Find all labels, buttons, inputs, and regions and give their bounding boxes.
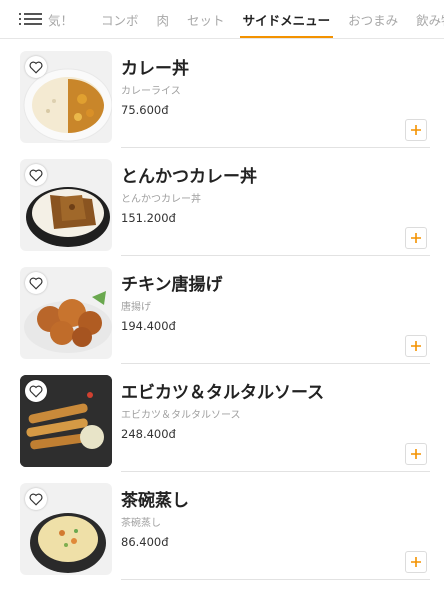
item-name: エビカツ＆タルタルソース	[121, 383, 325, 403]
menu-item-info: エビカツ＆タルタルソース エビカツ＆タルタルソース 248.400đ	[121, 377, 430, 472]
menu-item-info: カレー丼 カレーライス 75.600đ	[121, 53, 430, 148]
tab-drinks[interactable]: 飲み物	[407, 0, 444, 38]
item-subtitle: エビカツ＆タルタルソース	[121, 410, 241, 421]
tab-partial[interactable]: 気！	[42, 0, 82, 38]
item-subtitle: 唐揚げ	[121, 302, 151, 313]
tab-meat[interactable]: 肉	[148, 0, 179, 38]
item-name: とんかつカレー丼	[121, 167, 257, 187]
favorite-heart-icon[interactable]	[25, 56, 47, 78]
add-to-cart-button[interactable]	[405, 443, 427, 465]
curry-rice-photo	[20, 51, 112, 143]
menu-item[interactable]: 茶碗蒸し 茶碗蒸し 86.400đ	[0, 483, 444, 591]
favorite-heart-icon[interactable]	[25, 272, 47, 294]
karaage-photo	[20, 267, 112, 359]
add-to-cart-button[interactable]	[405, 227, 427, 249]
item-price: 194.400đ	[121, 319, 176, 333]
menu-item-list: カレー丼 カレーライス 75.600đ とんかつカレー丼 とんかつカレー丼 15…	[0, 39, 444, 591]
plus-icon	[411, 449, 421, 459]
add-to-cart-button[interactable]	[405, 119, 427, 141]
add-to-cart-button[interactable]	[405, 335, 427, 357]
favorite-heart-icon[interactable]	[25, 488, 47, 510]
tab-combo[interactable]: コンボ	[92, 0, 148, 38]
plus-icon	[411, 233, 421, 243]
fried-shrimp-photo	[20, 375, 112, 467]
add-to-cart-button[interactable]	[405, 551, 427, 573]
plus-icon	[411, 125, 421, 135]
item-name: 茶碗蒸し	[121, 491, 189, 511]
category-menu-button[interactable]: 気！	[0, 0, 92, 38]
item-price: 151.200đ	[121, 211, 176, 225]
item-name: カレー丼	[121, 59, 189, 79]
chawanmushi-photo	[20, 483, 112, 575]
item-price: 248.400đ	[121, 427, 176, 441]
item-subtitle: とんかつカレー丼	[121, 194, 201, 205]
menu-item-info: 茶碗蒸し 茶碗蒸し 86.400đ	[121, 485, 430, 580]
menu-item-info: とんかつカレー丼 とんかつカレー丼 151.200đ	[121, 161, 430, 256]
item-subtitle: 茶碗蒸し	[121, 518, 161, 529]
item-price: 75.600đ	[121, 103, 169, 117]
list-menu-icon	[19, 12, 42, 26]
tab-set[interactable]: セット	[178, 0, 234, 38]
favorite-heart-icon[interactable]	[25, 164, 47, 186]
menu-item[interactable]: カレー丼 カレーライス 75.600đ	[0, 51, 444, 159]
plus-icon	[411, 557, 421, 567]
menu-item[interactable]: エビカツ＆タルタルソース エビカツ＆タルタルソース 248.400đ	[0, 375, 444, 483]
item-subtitle: カレーライス	[121, 86, 181, 97]
plus-icon	[411, 341, 421, 351]
item-price: 86.400đ	[121, 535, 169, 549]
tab-side-menu[interactable]: サイドメニュー	[234, 0, 340, 38]
menu-item-info: チキン唐揚げ 唐揚げ 194.400đ	[121, 269, 430, 364]
menu-item[interactable]: とんかつカレー丼 とんかつカレー丼 151.200đ	[0, 159, 444, 267]
tab-otsumami[interactable]: おつまみ	[339, 0, 407, 38]
category-tab-bar: 気！ コンボ 肉 セット サイドメニュー おつまみ 飲み物	[0, 0, 444, 39]
katsu-curry-photo	[20, 159, 112, 251]
menu-item[interactable]: チキン唐揚げ 唐揚げ 194.400đ	[0, 267, 444, 375]
item-name: チキン唐揚げ	[121, 275, 223, 295]
favorite-heart-icon[interactable]	[25, 380, 47, 402]
